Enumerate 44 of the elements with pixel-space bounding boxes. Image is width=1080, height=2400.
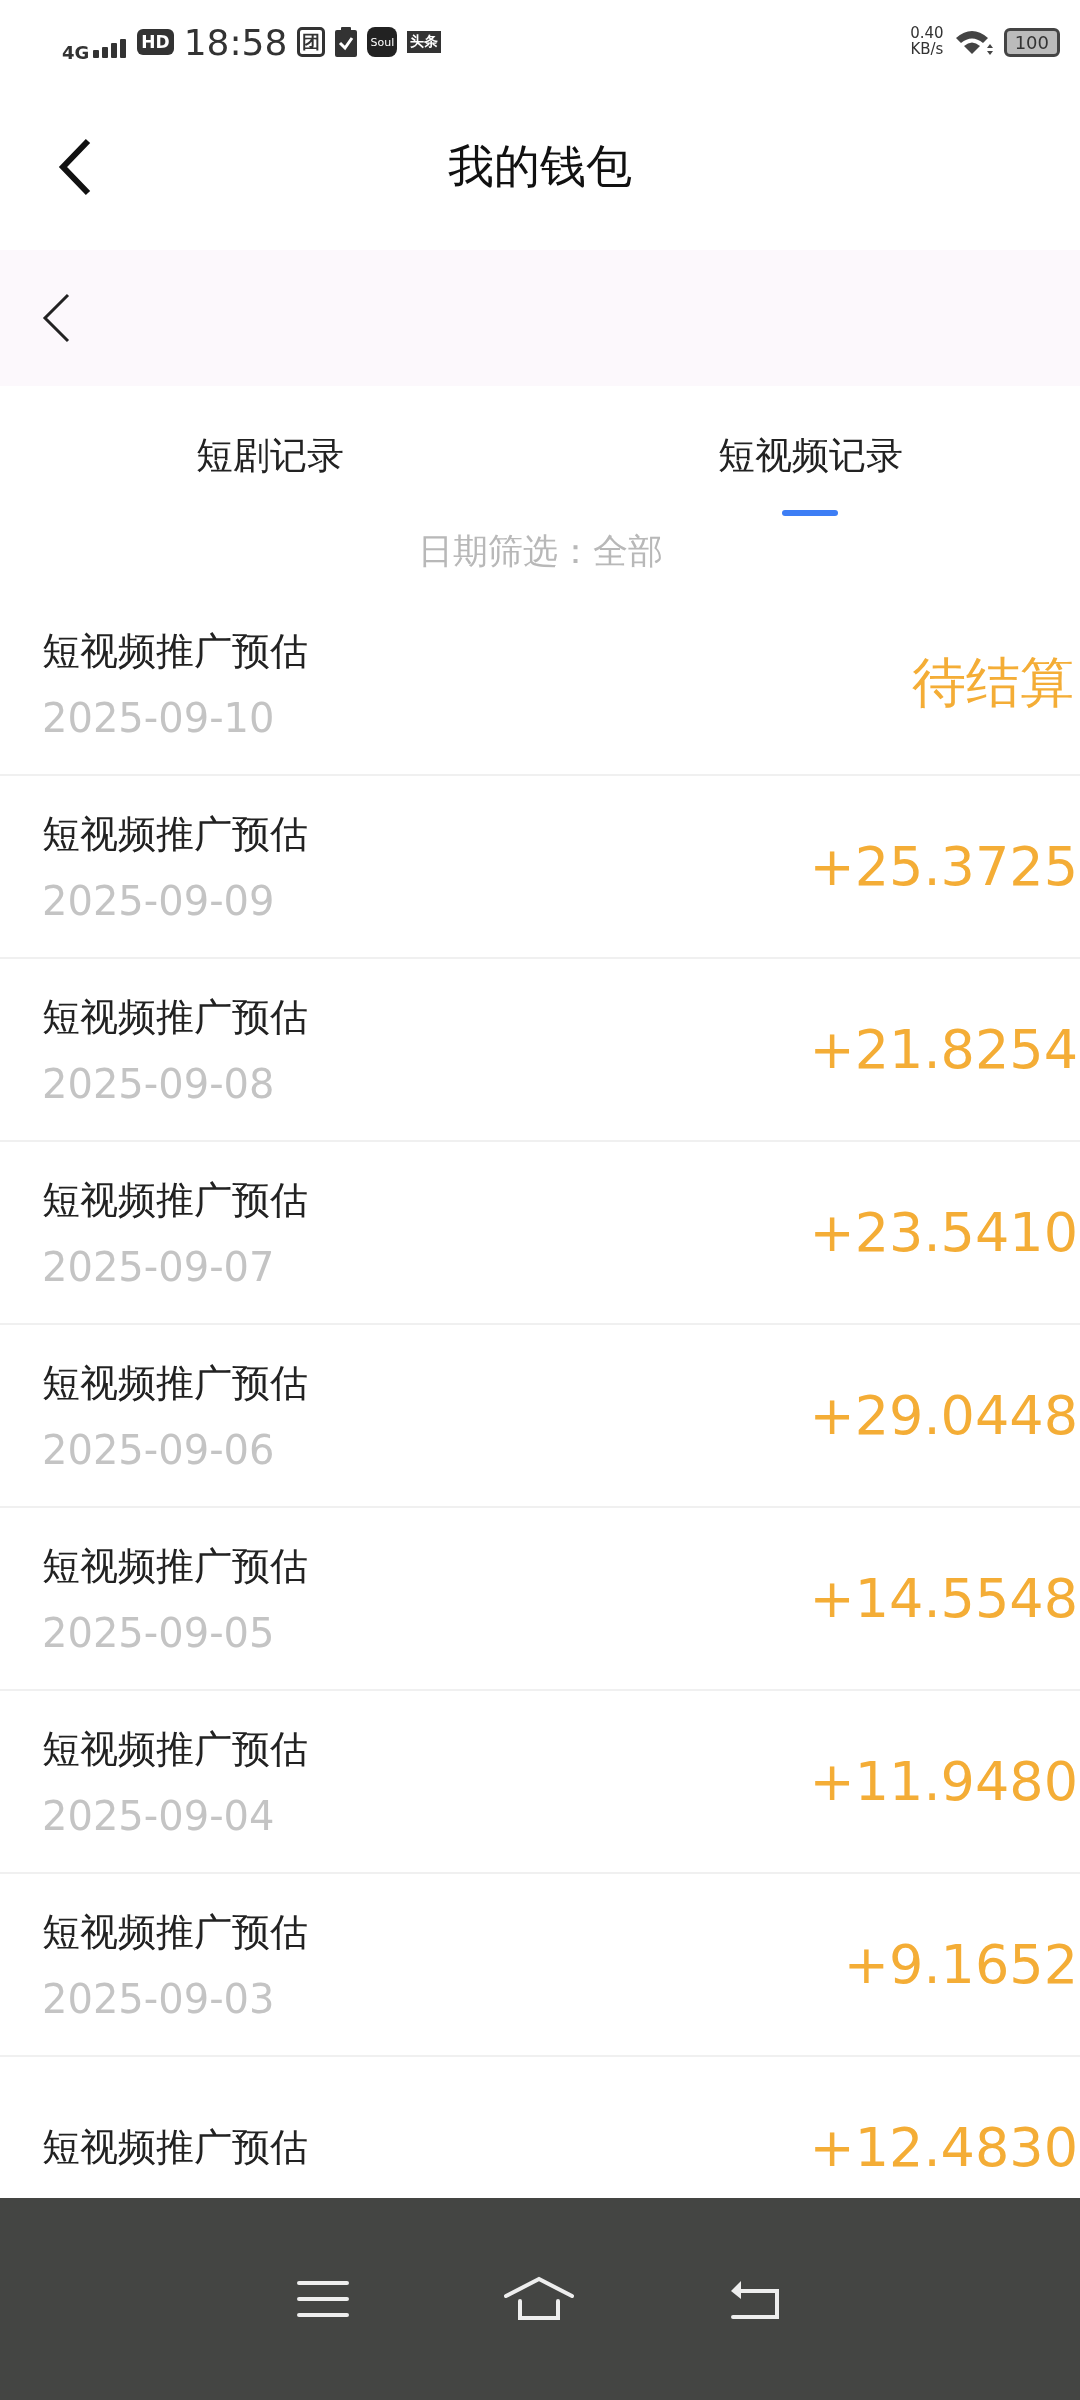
clipboard-check-icon	[335, 27, 358, 57]
record-date: 2025-09-06	[42, 1427, 276, 1473]
battery-icon: 100	[1003, 27, 1060, 57]
record-title: 短视频推广预估	[42, 1726, 308, 1773]
app-notification-icon: 团	[297, 27, 326, 57]
record-date: 2025-09-04	[42, 1793, 276, 1839]
record-amount: 待结算	[911, 650, 1075, 716]
record-amount: +21.8254	[809, 1018, 1078, 1081]
record-amount: +11.9480	[809, 1750, 1078, 1813]
record-amount: +9.1652	[843, 1933, 1078, 1996]
record-amount: +23.5410	[809, 1201, 1078, 1264]
network-label: 4G	[62, 41, 90, 63]
record-amount: +14.5548	[809, 1567, 1078, 1630]
back-icon[interactable]	[58, 138, 92, 196]
signal-icon	[93, 38, 128, 58]
hd-badge: HD	[137, 29, 174, 55]
record-date: 2025-09-08	[42, 1061, 276, 1107]
home-icon[interactable]	[503, 2276, 575, 2322]
record-amount: +12.4830	[809, 2116, 1078, 2179]
status-time: 18:58	[183, 21, 288, 63]
record-title: 短视频推广预估	[42, 1177, 308, 1224]
app-notification-icon: 头条	[407, 31, 442, 53]
record-amount: +29.0448	[809, 1384, 1078, 1447]
record-date: 2025-09-09	[42, 878, 276, 924]
record-date: 2025-09-07	[42, 1244, 276, 1290]
back-icon[interactable]	[42, 293, 70, 343]
record-date: 2025-09-10	[42, 695, 276, 741]
record-title: 短视频推广预估	[42, 994, 308, 1041]
record-date: 2025-09-05	[42, 1610, 276, 1656]
record-title: 短视频推广预估	[42, 1360, 308, 1407]
record-amount: +25.3725	[809, 835, 1078, 898]
menu-icon[interactable]	[297, 2279, 349, 2319]
record-title: 短视频推广预估	[42, 628, 308, 675]
speed-value: 0.40	[910, 26, 944, 42]
record-title: 短视频推广预估	[42, 2124, 308, 2171]
tab[interactable]: 短视频记录	[717, 386, 903, 516]
page-title: 我的钱包	[448, 138, 632, 195]
speed-unit: KB/s	[910, 42, 944, 58]
record-title: 短视频推广预估	[42, 1543, 308, 1590]
app-notification-icon: Soul	[367, 27, 398, 57]
record-title: 短视频推广预估	[42, 811, 308, 858]
record-date: 2025-09-03	[42, 1976, 276, 2022]
tab[interactable]: 短剧记录	[196, 386, 344, 516]
record-title: 短视频推广预估	[42, 1909, 308, 1956]
